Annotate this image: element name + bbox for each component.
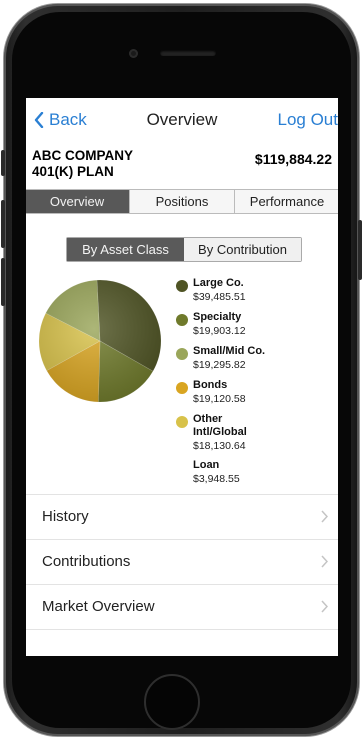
legend-item-small-mid-co: Small/Mid Co. $19,295.82 <box>176 344 336 378</box>
legend-item-specialty: Specialty $19,903.12 <box>176 310 336 344</box>
legend-label: Other Intl/Global <box>193 413 247 438</box>
chevron-right-icon <box>321 555 328 568</box>
earpiece-speaker <box>160 50 216 56</box>
volume-down-button <box>1 258 5 306</box>
menu-item-history[interactable]: History <box>26 494 338 539</box>
legend-value: $19,295.82 <box>193 359 246 371</box>
legend-value: $39,485.51 <box>193 291 246 303</box>
tab-performance[interactable]: Performance <box>234 190 338 213</box>
bonds-swatch <box>176 382 188 394</box>
legend-item-other-intl-global: Other Intl/Global $18,130.64 <box>176 412 336 458</box>
front-camera <box>129 49 138 58</box>
menu-item-market-overview[interactable]: Market Overview <box>26 584 338 630</box>
legend-label: Loan <box>193 459 220 471</box>
legend-item-loan: Loan $3,948.55 <box>176 458 336 492</box>
chevron-left-icon <box>34 112 44 128</box>
legend-value: $19,903.12 <box>193 325 246 337</box>
menu-item-label: History <box>42 508 89 525</box>
legend-value: $18,130.64 <box>193 440 246 452</box>
segment-by-asset-class[interactable]: By Asset Class <box>67 238 184 261</box>
overview-menu-list: History Contributions Market Overview <box>26 494 338 630</box>
small-mid-co-swatch <box>176 348 188 360</box>
menu-item-label: Market Overview <box>42 598 155 615</box>
navigation-bar: Back Overview Log Out <box>26 98 338 144</box>
segment-by-contribution[interactable]: By Contribution <box>184 238 301 261</box>
plan-header: ABC COMPANY 401(K) PLAN $119,884.22 <box>32 148 332 186</box>
tab-overview[interactable]: Overview <box>26 190 129 213</box>
back-button[interactable]: Back <box>34 110 87 130</box>
plan-total-balance: $119,884.22 <box>254 151 332 167</box>
menu-item-label: Contributions <box>42 553 131 570</box>
chevron-right-icon <box>321 600 328 613</box>
silent-switch <box>1 150 5 176</box>
legend-value: $3,948.55 <box>193 473 240 485</box>
menu-item-contributions[interactable]: Contributions <box>26 539 338 584</box>
legend-label: Large Co. <box>193 277 244 289</box>
logout-button[interactable]: Log Out <box>278 110 339 130</box>
back-label: Back <box>49 110 87 129</box>
legend-label: Specialty <box>193 311 242 323</box>
legend-label: Small/Mid Co. <box>193 345 266 357</box>
breakdown-segmented-control: By Asset Class By Contribution <box>66 237 302 262</box>
large-co-swatch <box>176 280 188 292</box>
legend-value: $19,120.58 <box>193 393 246 405</box>
power-button <box>358 220 362 280</box>
home-button[interactable] <box>144 674 200 730</box>
legend-item-large-co: Large Co. $39,485.51 <box>176 276 336 310</box>
specialty-swatch <box>176 314 188 326</box>
plan-name: ABC COMPANY 401(K) PLAN <box>32 148 133 179</box>
asset-allocation-pie-chart <box>38 279 162 403</box>
legend-label: Bonds <box>193 379 228 391</box>
allocation-legend: Large Co. $39,485.51 Specialty $19,903.1… <box>176 276 336 492</box>
tab-positions[interactable]: Positions <box>129 190 234 213</box>
legend-item-bonds: Bonds $19,120.58 <box>176 378 336 412</box>
chevron-right-icon <box>321 510 328 523</box>
view-tabs: Overview Positions Performance <box>26 189 338 214</box>
other-intl-global-swatch <box>176 416 188 428</box>
app-screen: Back Overview Log Out ABC COMPANY 401(K)… <box>26 98 338 656</box>
volume-up-button <box>1 200 5 248</box>
